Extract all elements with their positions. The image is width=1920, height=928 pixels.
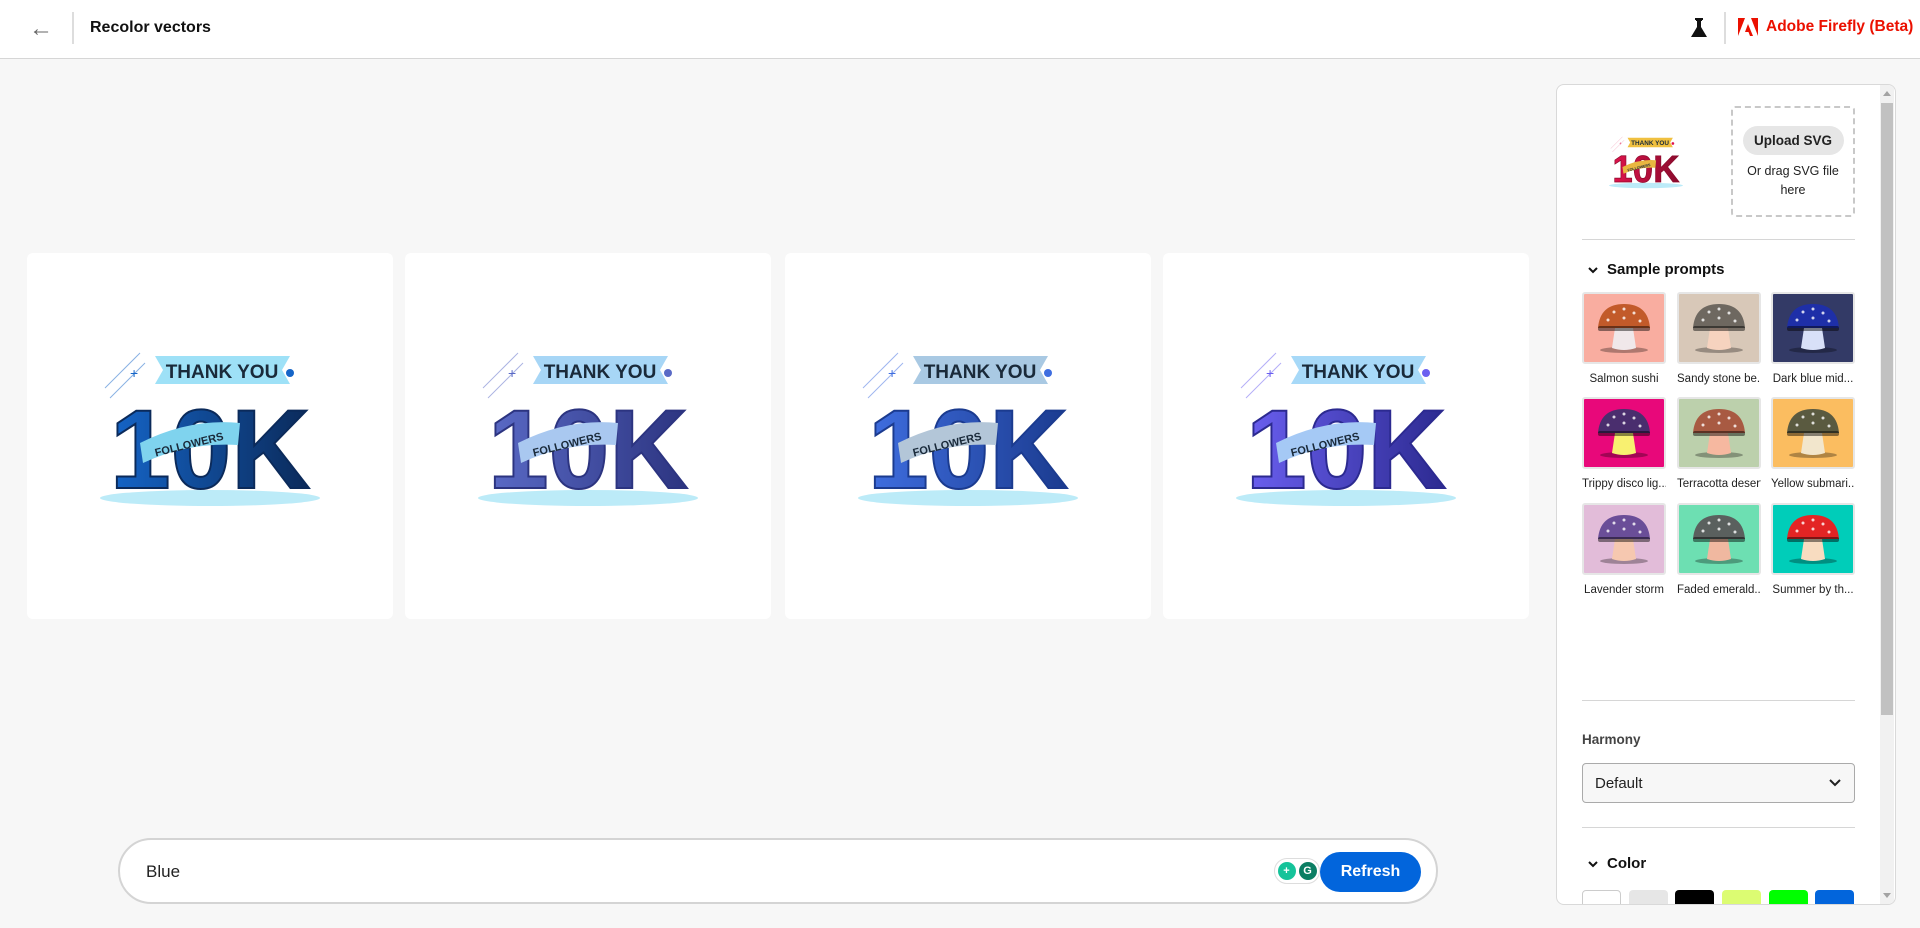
recolored-vector: + THANK YOU 10K FOLLOWERS (858, 352, 1078, 508)
mushroom-thumbnail (1771, 292, 1855, 364)
source-vector-thumbnail: + THANK YOU 10K FOLLOWERS (1609, 136, 1683, 189)
chevron-down-icon (1588, 860, 1598, 867)
result-card[interactable]: + THANK YOU 10K FOLLOWERS (27, 253, 393, 619)
sample-prompt-label: Salmon sushi (1589, 373, 1659, 385)
mushroom-thumbnail (1677, 292, 1761, 364)
color-swatch[interactable] (1722, 890, 1761, 904)
thank-you-text: THANK YOU (1302, 362, 1415, 383)
sample-prompt-label: Sandy stone be... (1677, 373, 1761, 385)
sample-prompt-tile[interactable]: Faded emerald... (1677, 503, 1761, 596)
page-title: Recolor vectors (90, 19, 211, 36)
upload-svg-button[interactable]: Upload SVG (1742, 126, 1844, 155)
10k-text: 10K (1246, 387, 1446, 508)
sample-prompt-label: Trippy disco lig... (1582, 478, 1666, 490)
result-card[interactable]: + THANK YOU 10K FOLLOWERS (1163, 253, 1529, 619)
extension-icons: + G (1274, 858, 1320, 884)
sample-prompt-label: Lavender storm (1584, 584, 1664, 596)
chevron-down-icon (1829, 779, 1841, 787)
svg-text:+: + (130, 365, 138, 381)
mushroom-thumbnail (1771, 503, 1855, 575)
sample-prompts-toggle[interactable]: Sample prompts (1587, 261, 1725, 278)
10k-text: 10K (488, 387, 688, 508)
sample-prompt-label: Summer by th... (1772, 584, 1854, 596)
sample-prompt-tile[interactable]: Trippy disco lig... (1582, 397, 1666, 490)
mushroom-thumbnail (1677, 397, 1761, 469)
mushroom-thumbnail (1677, 503, 1761, 575)
sample-prompt-tile[interactable]: Terracotta desert (1677, 397, 1761, 490)
sample-prompt-label: Terracotta desert (1677, 478, 1761, 490)
color-swatch[interactable] (1675, 890, 1714, 904)
thank-you-text: THANK YOU (924, 362, 1037, 383)
mushroom-thumbnail (1582, 397, 1666, 469)
app-header: ← Recolor vectors Adobe Firefly (Beta) (0, 0, 1920, 59)
sample-prompt-tile[interactable]: Lavender storm (1582, 503, 1666, 596)
divider (1582, 827, 1855, 828)
sample-prompt-tile[interactable]: Dark blue mid... (1771, 292, 1855, 385)
color-swatch[interactable] (1815, 890, 1854, 904)
recolored-vector: + THANK YOU 10K FOLLOWERS (1236, 352, 1456, 508)
back-arrow-icon[interactable]: ← (28, 16, 54, 42)
svg-text:+: + (888, 365, 896, 381)
10k-text: 10K (1612, 148, 1679, 189)
mushroom-thumbnail (1582, 292, 1666, 364)
svg-text:+: + (1266, 365, 1274, 381)
result-card[interactable]: + THANK YOU 10K FOLLOWERS (785, 253, 1151, 619)
thank-you-text: THANK YOU (544, 362, 657, 383)
color-swatch[interactable] (1769, 890, 1808, 904)
mushroom-thumbnail (1771, 397, 1855, 469)
sample-prompt-label: Dark blue mid... (1772, 373, 1854, 385)
svg-text:+: + (508, 365, 516, 381)
adobe-logo-icon (1738, 18, 1758, 36)
bulb-extension-icon[interactable]: + (1277, 862, 1296, 880)
10k-text: 10K (868, 387, 1068, 508)
adobe-firefly-brand[interactable]: Adobe Firefly (Beta) (1738, 18, 1913, 36)
sample-prompt-tile[interactable]: Summer by th... (1771, 503, 1855, 596)
divider (1582, 239, 1855, 240)
mushroom-thumbnail (1582, 503, 1666, 575)
sample-prompt-tile[interactable]: Yellow submari... (1771, 397, 1855, 490)
chevron-down-icon (1588, 266, 1598, 273)
color-swatch[interactable] (1629, 890, 1668, 904)
color-toggle[interactable]: Color (1587, 855, 1646, 872)
header-divider (1724, 12, 1726, 44)
prompt-input[interactable] (146, 858, 1146, 886)
options-panel: + THANK YOU 10K FOLLOWERS Upload SVG Or … (1556, 84, 1896, 905)
header-divider (72, 12, 74, 44)
section-title: Sample prompts (1607, 261, 1725, 278)
harmony-label: Harmony (1582, 732, 1641, 747)
harmony-select[interactable]: Default (1582, 763, 1855, 803)
flask-icon[interactable] (1690, 16, 1708, 40)
result-card[interactable]: + THANK YOU 10K FOLLOWERS (405, 253, 771, 619)
10k-text: 10K (110, 387, 310, 508)
thank-you-text: THANK YOU (1631, 140, 1669, 147)
drag-hint: Or drag SVG file here (1747, 164, 1839, 197)
svg-drop-zone[interactable]: Upload SVG Or drag SVG file here (1731, 106, 1855, 217)
sample-prompt-tile[interactable]: Sandy stone be... (1677, 292, 1761, 385)
panel-scrollbar[interactable] (1880, 85, 1894, 904)
sample-prompt-label: Faded emerald... (1677, 584, 1761, 596)
section-title: Color (1607, 855, 1647, 872)
prompt-bar: + G Refresh (118, 838, 1438, 904)
thank-you-text: THANK YOU (166, 362, 279, 383)
grammarly-icon[interactable]: G (1298, 862, 1317, 880)
brand-name: Adobe Firefly (Beta) (1766, 18, 1914, 35)
refresh-button[interactable]: Refresh (1320, 852, 1421, 892)
color-swatch[interactable] (1582, 890, 1621, 904)
harmony-value: Default (1595, 775, 1643, 792)
svg-text:+: + (1619, 141, 1622, 146)
divider (1582, 700, 1855, 701)
sample-prompt-label: Yellow submari... (1771, 478, 1855, 490)
recolored-vector: + THANK YOU 10K FOLLOWERS (478, 352, 698, 508)
sample-prompt-tile[interactable]: Salmon sushi (1582, 292, 1666, 385)
recolored-vector: + THANK YOU 10K FOLLOWERS (100, 352, 320, 508)
